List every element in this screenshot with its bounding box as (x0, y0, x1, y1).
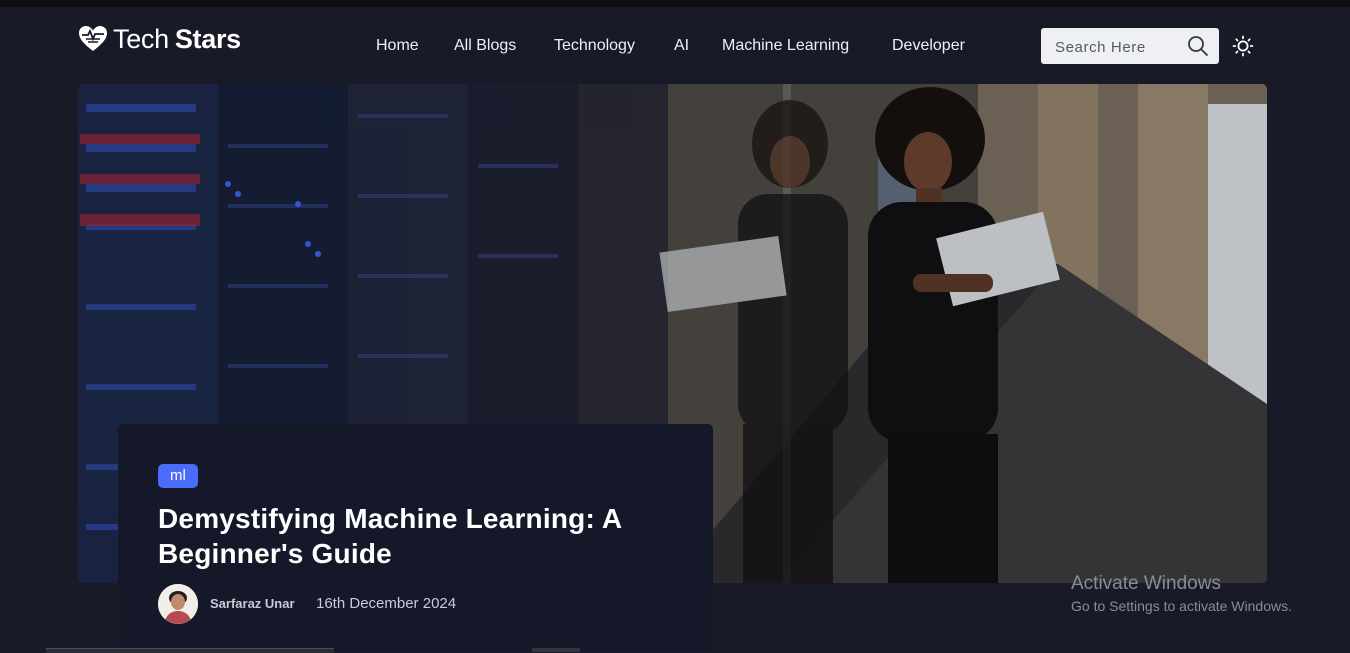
featured-post-card[interactable]: ml Demystifying Machine Learning: A Begi… (118, 424, 713, 652)
sun-icon[interactable] (1232, 35, 1254, 57)
brand-name: Tech Stars (113, 24, 241, 54)
nav-item-home[interactable]: Home (376, 36, 419, 56)
post-title[interactable]: Demystifying Machine Learning: A Beginne… (158, 501, 678, 571)
search-box (1041, 28, 1219, 66)
post-tag-badge[interactable]: ml (158, 464, 198, 488)
post-date: 16th December 2024 (316, 595, 457, 612)
horizontal-scrollbar[interactable] (46, 648, 334, 653)
nav-item-developer[interactable]: Developer (892, 36, 965, 56)
brand-logo[interactable]: Tech Stars (78, 24, 241, 54)
nav-item-machine-learning[interactable]: Machine Learning (722, 36, 849, 56)
nav-item-all-blogs[interactable]: All Blogs (454, 36, 516, 56)
window-top-border (0, 0, 1350, 7)
nav-item-technology[interactable]: Technology (554, 36, 635, 56)
search-input[interactable] (1053, 28, 1187, 66)
activate-windows-subtitle: Go to Settings to activate Windows. (1071, 598, 1292, 614)
author-avatar (158, 584, 198, 624)
activate-windows-title: Activate Windows (1071, 573, 1221, 594)
brand-name-part2: Stars (174, 24, 241, 54)
heart-logo-icon (79, 26, 107, 51)
author-name[interactable]: Sarfaraz Unar (210, 596, 295, 612)
nav-item-ai[interactable]: AI (674, 36, 689, 56)
brand-name-part1: Tech (113, 24, 169, 54)
search-icon[interactable] (1187, 35, 1209, 57)
scrollbar-thumb[interactable] (532, 648, 580, 652)
